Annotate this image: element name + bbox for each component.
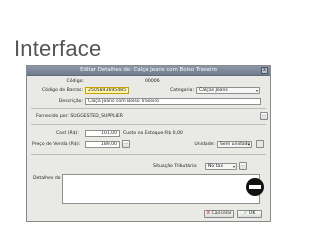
dialog-title: Editar Detalhes de: Calça Jeans com Bols… bbox=[80, 67, 217, 73]
unidade-label: Unidade: bbox=[194, 142, 215, 147]
barcode-field[interactable]: 2505843695485 bbox=[85, 87, 129, 94]
situacao-label: Situação Tributária: bbox=[153, 164, 198, 169]
custo-estoque-value: R$ 0,00 bbox=[165, 131, 183, 136]
chevron-down-icon: ▾ bbox=[247, 142, 250, 147]
cancel-label: Cancelar bbox=[211, 211, 232, 216]
separator bbox=[31, 124, 266, 125]
chevron-down-icon: ▾ bbox=[255, 88, 258, 93]
chevron-down-icon: ▾ bbox=[232, 164, 235, 169]
categoria-value: Calças Jeans bbox=[199, 88, 228, 93]
cancel-button[interactable]: ⊘ Cancelar bbox=[204, 210, 234, 218]
close-icon[interactable]: x bbox=[261, 67, 268, 74]
stop-icon[interactable] bbox=[246, 178, 264, 196]
situacao-combo[interactable]: No tax ▾ bbox=[205, 163, 237, 170]
separator bbox=[31, 108, 266, 109]
situacao-more-button[interactable]: ... bbox=[239, 162, 247, 170]
custo-estoque-label: Custo no Estoque: bbox=[123, 131, 165, 136]
unidade-combo[interactable]: Sem unidade ▾ bbox=[217, 141, 252, 148]
descricao-field[interactable]: Calça Jeans com Bolso Traseiro bbox=[85, 98, 261, 105]
cancel-icon: ⊘ bbox=[206, 211, 211, 216]
separator bbox=[31, 154, 266, 155]
barras-label: Código de Barras: bbox=[41, 88, 83, 93]
cost-field[interactable]: 101,00 bbox=[85, 130, 120, 137]
fornecido-label: Fornecido por: SUGGESTED_SUPPLIER bbox=[36, 114, 123, 119]
ok-icon: ✓ bbox=[243, 211, 248, 216]
slide-title: Interface bbox=[14, 36, 102, 61]
dialog-titlebar: Editar Detalhes de: Calça Jeans com Bols… bbox=[27, 66, 270, 76]
preco-field[interactable]: 189,00 bbox=[85, 141, 120, 148]
supplier-more-button[interactable]: ... bbox=[260, 112, 268, 120]
codigo-value: 00006 bbox=[145, 79, 160, 84]
situacao-value: No tax bbox=[208, 164, 224, 169]
codigo-label: Código: bbox=[66, 79, 85, 84]
cost-label: Cost (R$): bbox=[56, 131, 79, 136]
categoria-combo[interactable]: Calças Jeans ▾ bbox=[196, 87, 260, 94]
descricao-label: Descrição: bbox=[58, 99, 83, 104]
unidade-value: Sem unidade bbox=[220, 142, 251, 147]
preco-label: Preço de Venda (R$): bbox=[32, 142, 81, 147]
categoria-label: Categoria: bbox=[170, 88, 194, 93]
ok-label: OK bbox=[248, 211, 256, 216]
edit-product-dialog: Editar Detalhes de: Calça Jeans com Bols… bbox=[26, 65, 271, 222]
preco-more-button[interactable]: ... bbox=[122, 140, 130, 148]
ok-button[interactable]: ✓ OK bbox=[237, 210, 262, 218]
detalhes-textarea[interactable] bbox=[62, 174, 260, 204]
unidade-extra-button[interactable] bbox=[256, 140, 264, 148]
supplier-value: SUGGESTED_SUPPLIER bbox=[70, 114, 123, 119]
